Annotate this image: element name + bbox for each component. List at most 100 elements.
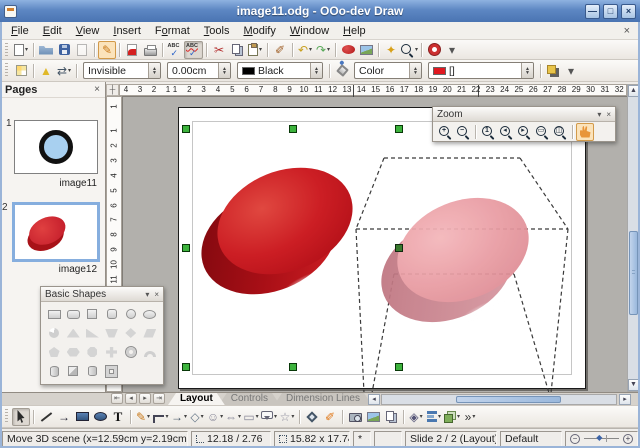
selection-handle[interactable] [396,364,403,371]
zoom-palette-titlebar[interactable]: Zoom ▾ × [433,107,615,122]
palette-close-icon[interactable]: × [154,290,159,299]
toolbar-options-icon[interactable]: ▾ [443,41,461,59]
shape-cross-icon[interactable] [102,343,120,361]
menu-modify[interactable]: Modify [236,24,282,38]
menu-help[interactable]: Help [336,24,373,38]
arrow-style-dropdown-icon[interactable]: ▾ [68,67,71,74]
shape-frame-icon[interactable] [102,362,120,380]
edit-file-icon[interactable]: ✎ [98,41,116,59]
selection-handle[interactable] [290,126,297,133]
line-icon[interactable] [37,408,55,426]
gallery-icon[interactable] [364,408,382,426]
auto-spellcheck-icon[interactable] [184,41,203,59]
more-tools-icon[interactable]: »▾ [461,408,479,426]
document-close-icon[interactable]: × [618,25,636,37]
shadow-icon[interactable] [544,62,562,80]
shape-right-triangle-icon[interactable] [83,324,101,342]
shape-hexagon-icon[interactable] [64,343,82,361]
zoom-out-icon[interactable]: − [570,434,580,444]
select-icon[interactable] [12,408,30,426]
redo-dropdown-icon[interactable]: ▾ [327,46,330,53]
shape-rounded-rectangle-icon[interactable] [64,305,82,323]
basic-shapes-palette[interactable]: Basic Shapes ▾ × [40,286,164,385]
vertical-scrollbar-thumb[interactable] [629,231,638,315]
status-position[interactable]: 12.18 / 2.76 [191,431,271,447]
zoom-in-icon[interactable]: + [623,434,633,444]
status-slide[interactable]: Slide 2 / 2 (Layout) [405,431,497,447]
shape-isosceles-triangle-icon[interactable] [64,324,82,342]
maximize-button[interactable]: □ [603,4,618,19]
zoom-palette[interactable]: Zoom ▾ × +−1◂▸▭◫ [432,106,616,142]
effects-dropdown-icon[interactable]: ▾ [420,413,423,420]
chart-icon[interactable] [339,41,357,59]
connector-dropdown-icon[interactable]: ▾ [165,413,168,420]
zoom-100-icon[interactable]: 1 [479,123,497,141]
selection-handle[interactable] [396,245,403,252]
zoom-icon[interactable]: ▾ [400,41,418,59]
zoom-page-icon[interactable]: ▭ [533,123,551,141]
pages-panel-close-icon[interactable]: × [94,84,100,95]
minimize-button[interactable]: — [585,4,600,19]
menu-window[interactable]: Window [283,24,336,38]
arrange-icon[interactable]: ▾ [443,408,461,426]
new-document-icon[interactable]: ▾ [12,41,30,59]
toolbar-options-icon[interactable]: ▾ [562,62,580,80]
selection-handle[interactable] [183,364,190,371]
selection-handle[interactable] [396,126,403,133]
line-width-stepper[interactable]: ▲▼ [218,63,230,78]
ruler-origin-button[interactable]: ┼ [106,84,119,96]
basic-shapes-icon[interactable]: ◇▾ [188,408,206,426]
stars-dropdown-icon[interactable]: ▾ [291,413,294,420]
area-fill-type-select[interactable]: Color▲▼ [354,62,422,79]
area-fill-type-stepper[interactable]: ▲▼ [409,63,421,78]
selection-handle[interactable] [290,364,297,371]
zoom-previous-icon[interactable]: ◂ [497,123,515,141]
area-fill-color-stepper[interactable]: ▲▼ [521,63,533,78]
print-icon[interactable] [141,41,159,59]
insert-picture-icon[interactable] [346,408,364,426]
palette-menu-icon[interactable]: ▾ [145,290,149,299]
toolbar-grip[interactable] [5,63,8,78]
menu-tools[interactable]: Tools [197,24,237,38]
pan-icon[interactable] [576,123,594,141]
snap-lines-icon[interactable]: ▲ [37,62,55,80]
callouts-dropdown-icon[interactable]: ▾ [274,413,277,420]
zoom-in-icon[interactable]: + [436,123,454,141]
status-style[interactable]: Default [500,431,562,447]
zoom-slider[interactable]: − ◆ + [565,431,638,447]
area-style-icon[interactable] [333,62,351,80]
menu-insert[interactable]: Insert [106,24,148,38]
redo-icon[interactable]: ↷▾ [314,41,332,59]
export-pdf-icon[interactable] [123,41,141,59]
line-color-stepper[interactable]: ▲▼ [310,63,322,78]
cut-icon[interactable]: ✂ [210,41,228,59]
tab-controls[interactable]: Controls [219,393,280,405]
text-icon[interactable]: T [109,408,127,426]
line-style-select[interactable]: Invisible▲▼ [83,62,161,79]
area-fill-color-select[interactable]: []▲▼ [428,62,534,79]
scroll-right-icon[interactable]: ▸ [619,394,631,405]
line-width-select[interactable]: 0.00cm▲▼ [167,62,231,79]
close-button[interactable]: × [621,4,636,19]
paste-icon[interactable]: ▾ [246,41,264,59]
page-thumbnail-image11[interactable] [14,120,98,174]
shape-trapezoid-icon[interactable] [102,324,120,342]
palette-menu-icon[interactable]: ▾ [597,110,601,119]
shape-parallelogram-icon[interactable] [141,324,159,342]
zoom-out-icon[interactable]: − [454,123,472,141]
undo-dropdown-icon[interactable]: ▾ [309,46,312,53]
connector-icon[interactable]: ▾ [152,408,170,426]
arrange-dropdown-icon[interactable]: ▾ [457,413,460,420]
lines-arrows-dropdown-icon[interactable]: ▾ [184,413,187,420]
document-as-email-icon[interactable] [73,41,91,59]
block-arrows-icon[interactable]: ⇔▾ [224,408,242,426]
tab-dimension-lines[interactable]: Dimension Lines [274,393,372,405]
shape-block-arc-icon[interactable] [141,343,159,361]
shape-diamond-icon[interactable] [122,324,140,342]
lines-arrows-icon[interactable]: →▾ [170,408,188,426]
last-page-icon[interactable]: ⇥ [153,393,165,404]
zoom-next-icon[interactable]: ▸ [515,123,533,141]
edit-points-icon[interactable] [303,408,321,426]
undo-icon[interactable]: ↶▾ [296,41,314,59]
previous-page-icon[interactable]: ◂ [125,393,137,404]
